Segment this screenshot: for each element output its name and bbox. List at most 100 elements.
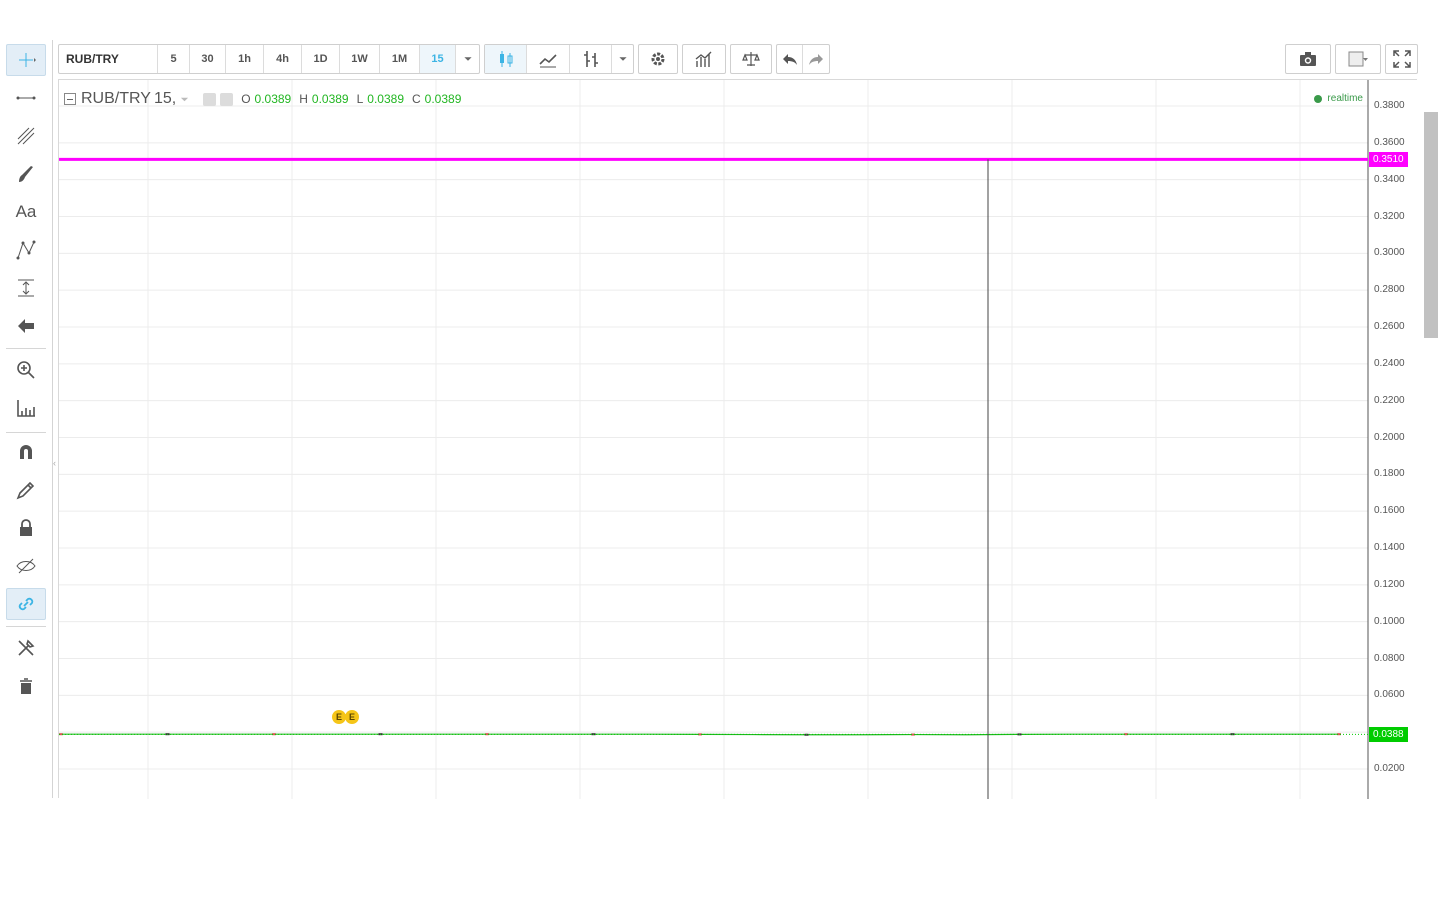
price-axis-label: 0.0200 <box>1374 763 1405 774</box>
pitchfork-tool[interactable] <box>6 120 46 152</box>
dropdown-caret-icon <box>463 57 472 61</box>
legend-collapse-toggle[interactable] <box>64 93 76 105</box>
pattern-icon <box>16 240 36 260</box>
undo-icon <box>782 54 797 65</box>
close-label: C <box>412 92 421 106</box>
price-chart[interactable] <box>59 80 1417 799</box>
trash-tool[interactable] <box>6 670 46 702</box>
redo-icon <box>809 54 823 65</box>
close-value: 0.0389 <box>424 92 462 106</box>
link-tool[interactable] <box>6 588 46 620</box>
compare-button[interactable] <box>731 45 771 73</box>
magnet-icon <box>20 445 32 459</box>
trend-line-icon <box>16 96 36 100</box>
earnings-marker[interactable]: E <box>332 710 346 724</box>
earnings-marker[interactable]: E <box>345 710 359 724</box>
remove-tools-tool[interactable] <box>6 632 46 664</box>
interval-button[interactable]: 5 <box>158 45 190 73</box>
magnet-tool[interactable] <box>6 436 46 468</box>
text-tool[interactable]: Aa <box>6 196 46 228</box>
price-axis-label: 0.1800 <box>1374 468 1405 480</box>
measure-icon <box>18 279 34 297</box>
dropdown-caret-icon <box>619 57 627 61</box>
price-axis-label: 0.3000 <box>1374 247 1405 259</box>
price-axis-label: 0.1000 <box>1374 615 1405 627</box>
interval-button[interactable]: 1h <box>226 45 264 73</box>
snapshot-button[interactable] <box>1286 45 1330 73</box>
fullscreen-icon <box>1392 50 1411 68</box>
low-value: 0.0389 <box>367 92 404 106</box>
back-arrow-tool[interactable] <box>6 310 46 342</box>
ruler-icon <box>17 400 35 417</box>
toolbar-divider <box>6 432 46 433</box>
drawing-toolbar: Aa <box>0 40 53 798</box>
top-toolbar: RUB/TRY 5 30 1h 4h 1D 1W 1M 15 <box>58 44 1418 76</box>
fullscreen-button[interactable] <box>1386 45 1417 73</box>
chart-legend: RUB/TRY 15, O 0.0389 H 0.0389 L 0.0389 C… <box>64 90 461 108</box>
candles-icon <box>499 51 513 67</box>
fullscreen-group <box>1385 44 1418 74</box>
interval-dropdown[interactable] <box>456 45 479 73</box>
active-interval-button[interactable]: 15 <box>420 45 456 73</box>
realtime-dot-icon <box>1314 94 1323 103</box>
interval-button[interactable]: 1W <box>340 45 380 73</box>
indicators-button[interactable] <box>683 45 725 73</box>
trend-line-tool[interactable] <box>6 82 46 114</box>
text-tool-icon: Aa <box>15 202 37 221</box>
remove-tools-icon <box>18 639 35 656</box>
camera-icon <box>1300 52 1316 66</box>
chart-app: Aa ‹ RUB/TRY 5 30 1h 4h 1D 1W 1M 15 RUB/… <box>0 40 1440 799</box>
settings-small-icon[interactable] <box>220 92 234 106</box>
legend-symbol: RUB/TRY <box>81 90 151 107</box>
indicators-group <box>682 44 726 74</box>
price-axis-label: 0.2200 <box>1374 394 1405 406</box>
stay-in-drawing-tool[interactable] <box>6 474 46 506</box>
open-value: 0.0389 <box>254 92 292 106</box>
price-axis-label: 0.3800 <box>1374 100 1405 111</box>
interval-button[interactable]: 1M <box>380 45 420 73</box>
area-style-button[interactable] <box>527 45 570 73</box>
price-axis-label: 0.1200 <box>1374 578 1405 590</box>
hide-tool[interactable] <box>6 550 46 582</box>
open-label: O <box>241 92 251 106</box>
price-axis-label: 0.3400 <box>1374 173 1405 185</box>
chart-pane[interactable]: RUB/TRY 15, O 0.0389 H 0.0389 L 0.0389 C… <box>58 79 1417 799</box>
ruler-tool[interactable] <box>6 392 46 424</box>
price-axis-label: 0.2800 <box>1374 284 1405 296</box>
page-scrollbar[interactable] <box>1424 112 1438 338</box>
eye-visibility-icon[interactable] <box>203 92 217 106</box>
brush-tool[interactable] <box>6 158 46 190</box>
symbol-search-input[interactable]: RUB/TRY <box>59 45 158 73</box>
low-label: L <box>356 92 364 106</box>
price-axis-label: 0.0600 <box>1374 689 1405 701</box>
interval-button[interactable]: 1D <box>302 45 340 73</box>
zoom-tool[interactable] <box>6 354 46 386</box>
interval-button[interactable]: 30 <box>190 45 226 73</box>
lock-tool[interactable] <box>6 512 46 544</box>
interval-button[interactable]: 4h <box>264 45 302 73</box>
undo-button[interactable] <box>777 45 803 73</box>
bars-style-button[interactable] <box>570 45 613 73</box>
pattern-tool[interactable] <box>6 234 46 266</box>
chart-style-dropdown[interactable] <box>612 45 633 73</box>
snapshot-group <box>1285 44 1331 74</box>
high-value: 0.0389 <box>311 92 349 106</box>
lock-icon <box>20 519 32 536</box>
legend-format-caret-icon[interactable] <box>180 95 189 104</box>
trash-icon <box>20 678 32 694</box>
hide-icon <box>16 558 36 574</box>
link-icon <box>18 597 34 611</box>
measure-tool[interactable] <box>6 272 46 304</box>
settings-button[interactable] <box>639 45 677 73</box>
legend-interval: 15, <box>153 90 177 107</box>
layout-button[interactable] <box>1336 45 1380 73</box>
compare-scales-icon <box>742 52 760 66</box>
settings-gear-icon <box>651 52 665 66</box>
redo-button[interactable] <box>803 45 829 73</box>
symbol-interval-group: RUB/TRY 5 30 1h 4h 1D 1W 1M 15 <box>58 44 480 74</box>
price-axis-label: 0.2600 <box>1374 321 1405 332</box>
realtime-label: realtime <box>1327 93 1363 104</box>
crosshair-tool[interactable] <box>6 44 46 76</box>
candles-style-button[interactable] <box>485 45 528 73</box>
price-axis-label: 0.0800 <box>1374 652 1405 664</box>
